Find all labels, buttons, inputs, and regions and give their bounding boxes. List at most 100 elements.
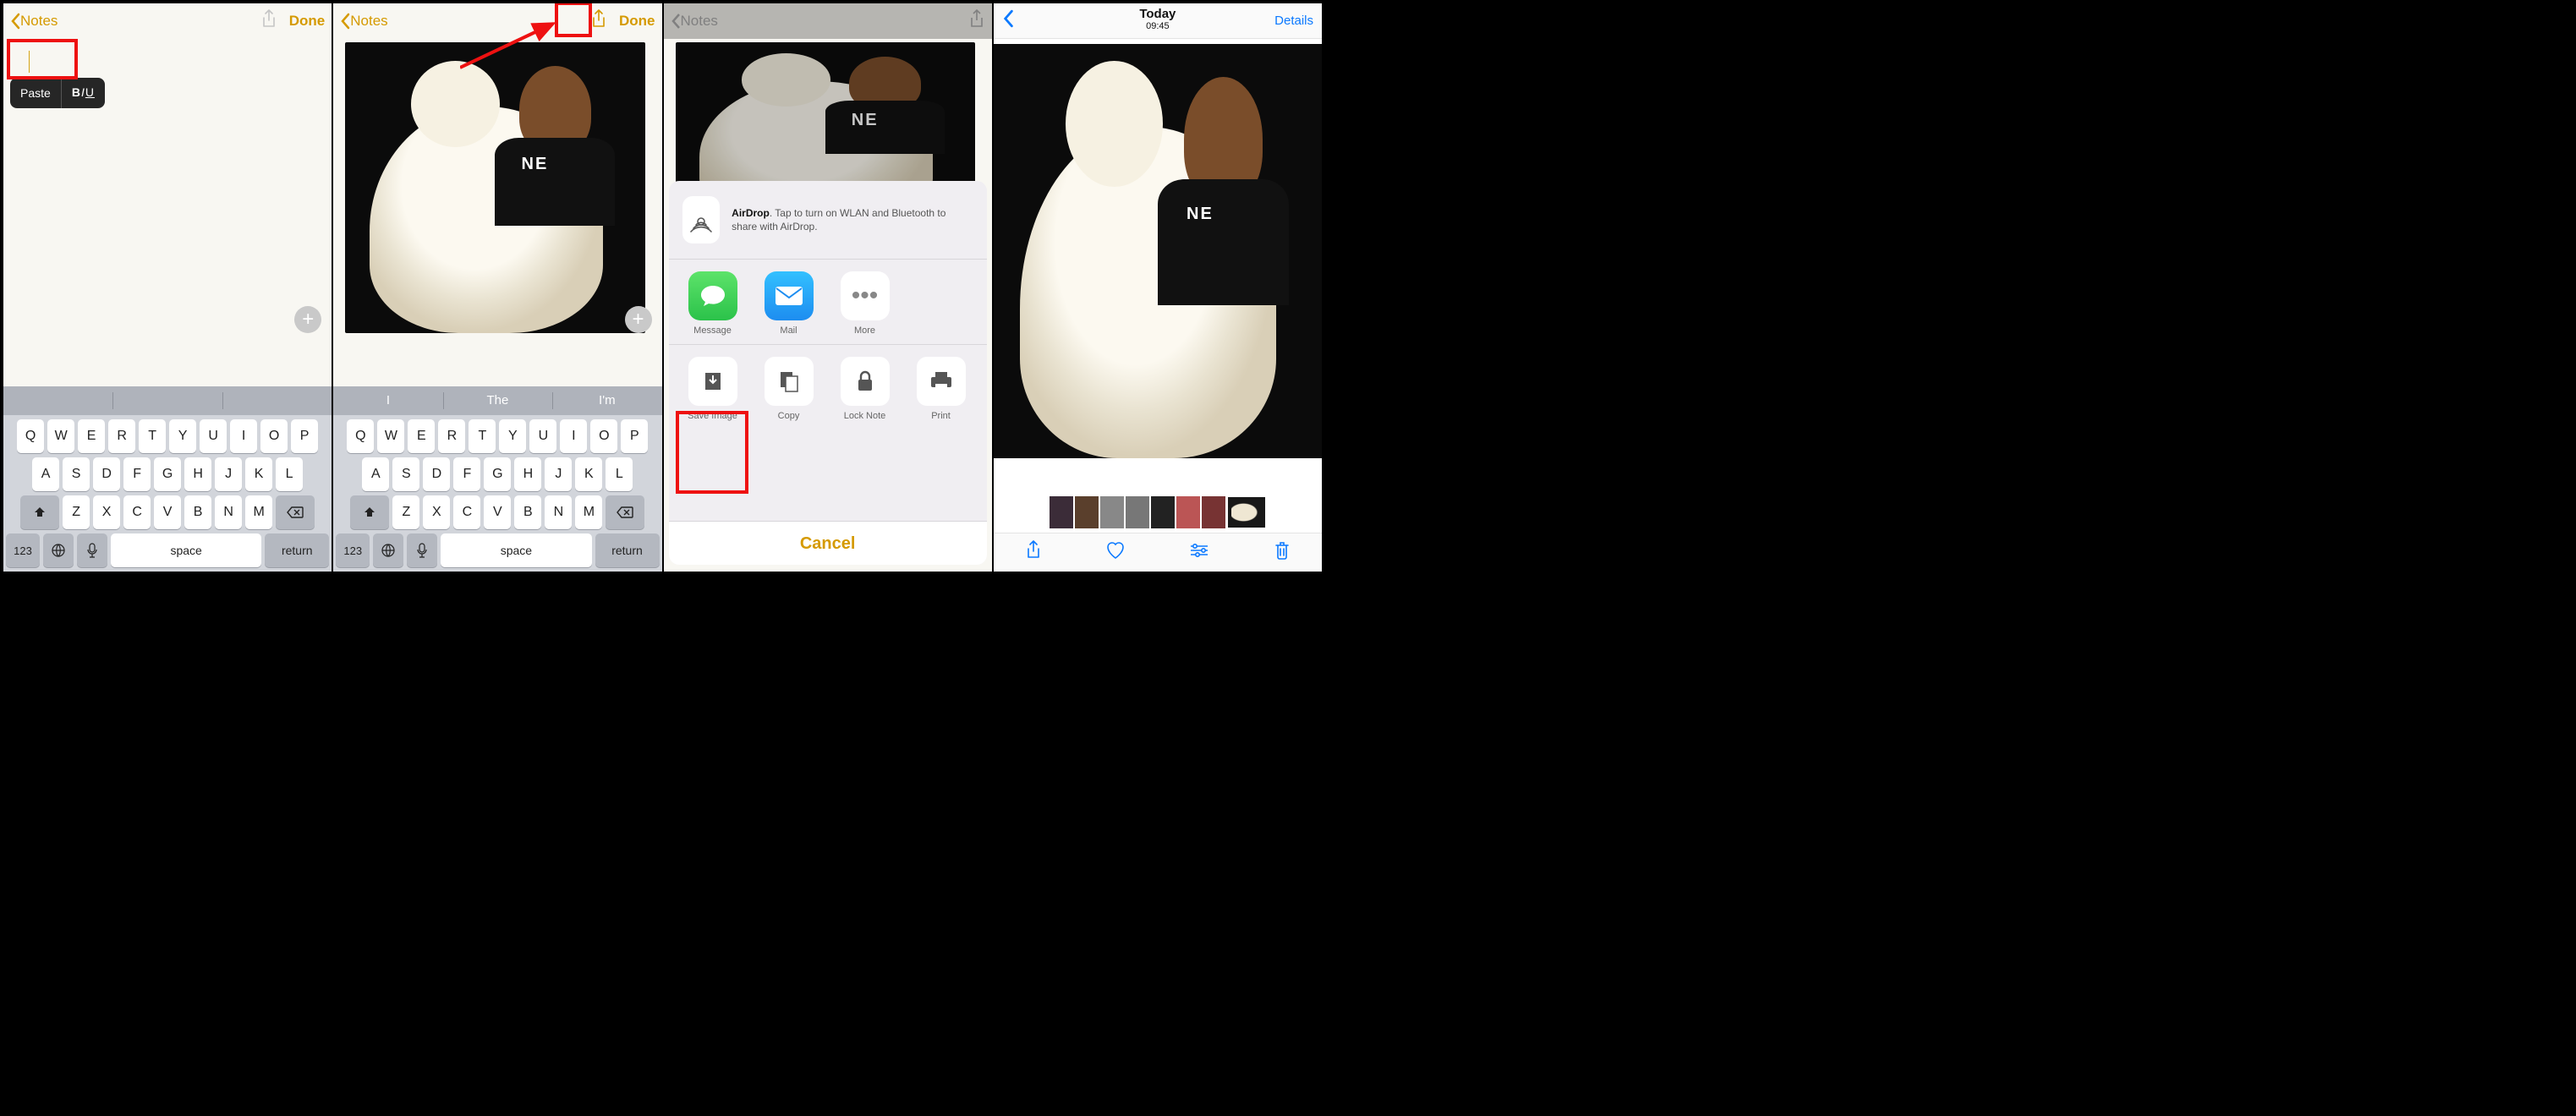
key[interactable]: B: [514, 495, 541, 529]
thumb[interactable]: [1099, 495, 1125, 529]
mic-key[interactable]: [77, 533, 107, 567]
key[interactable]: I: [230, 419, 257, 453]
action-print[interactable]: Print: [911, 357, 972, 421]
key[interactable]: C: [123, 495, 151, 529]
key[interactable]: Y: [169, 419, 196, 453]
key[interactable]: Q: [347, 419, 374, 453]
share-more[interactable]: •••More: [835, 271, 896, 336]
share-mail[interactable]: Mail: [759, 271, 819, 336]
key[interactable]: T: [139, 419, 166, 453]
suggestion[interactable]: The: [443, 386, 552, 415]
shift-key[interactable]: [350, 495, 389, 529]
key[interactable]: D: [423, 457, 450, 491]
suggestion[interactable]: [112, 386, 222, 415]
thumb[interactable]: [1150, 495, 1176, 529]
favorite-button[interactable]: [1105, 541, 1126, 564]
action-copy[interactable]: Copy: [759, 357, 819, 421]
key[interactable]: P: [621, 419, 648, 453]
key[interactable]: Z: [392, 495, 419, 529]
share-message[interactable]: Message: [682, 271, 743, 336]
thumb[interactable]: [1201, 495, 1226, 529]
back-button[interactable]: Notes: [10, 13, 58, 30]
photo-full[interactable]: [994, 44, 1322, 458]
key[interactable]: G: [154, 457, 181, 491]
key[interactable]: W: [47, 419, 74, 453]
suggestion[interactable]: [3, 386, 112, 415]
delete-button[interactable]: [1274, 540, 1291, 565]
thumb-selected[interactable]: [1226, 495, 1267, 529]
key[interactable]: K: [245, 457, 272, 491]
back-button[interactable]: Notes: [340, 13, 387, 30]
space-key[interactable]: space: [111, 533, 261, 567]
share-button[interactable]: [260, 9, 277, 34]
suggestion[interactable]: I: [333, 386, 442, 415]
action-lock-note[interactable]: Lock Note: [835, 357, 896, 421]
numeric-key[interactable]: 123: [6, 533, 40, 567]
key[interactable]: A: [32, 457, 59, 491]
key[interactable]: A: [362, 457, 389, 491]
thumb[interactable]: [1176, 495, 1201, 529]
suggestion[interactable]: [222, 386, 332, 415]
thumb[interactable]: [1125, 495, 1150, 529]
key[interactable]: X: [423, 495, 450, 529]
done-button[interactable]: Done: [289, 13, 326, 30]
note-body[interactable]: Paste BIU +: [3, 39, 332, 343]
key[interactable]: Y: [499, 419, 526, 453]
key[interactable]: Z: [63, 495, 90, 529]
space-key[interactable]: space: [441, 533, 591, 567]
suggestion[interactable]: I'm: [552, 386, 661, 415]
key[interactable]: J: [545, 457, 572, 491]
key[interactable]: E: [408, 419, 435, 453]
action-save-image[interactable]: Save Image: [682, 357, 743, 421]
key[interactable]: G: [484, 457, 511, 491]
key[interactable]: U: [529, 419, 556, 453]
thumb[interactable]: [1074, 495, 1099, 529]
pasted-image[interactable]: [345, 42, 644, 333]
mic-key[interactable]: [407, 533, 437, 567]
thumbnail-strip[interactable]: [994, 495, 1322, 529]
key[interactable]: I: [560, 419, 587, 453]
key[interactable]: R: [108, 419, 135, 453]
key[interactable]: S: [63, 457, 90, 491]
return-key[interactable]: return: [265, 533, 329, 567]
key[interactable]: N: [215, 495, 242, 529]
key[interactable]: B: [184, 495, 211, 529]
menu-format[interactable]: BIU: [62, 85, 105, 101]
key[interactable]: P: [291, 419, 318, 453]
done-button[interactable]: Done: [619, 13, 655, 30]
key[interactable]: H: [184, 457, 211, 491]
key[interactable]: M: [575, 495, 602, 529]
key[interactable]: F: [123, 457, 151, 491]
add-button[interactable]: +: [625, 306, 652, 333]
key[interactable]: F: [453, 457, 480, 491]
thumb[interactable]: [1049, 495, 1074, 529]
globe-key[interactable]: [43, 533, 74, 567]
key[interactable]: H: [514, 457, 541, 491]
key[interactable]: D: [93, 457, 120, 491]
edit-button[interactable]: [1188, 542, 1210, 563]
share-button[interactable]: [1025, 540, 1042, 565]
key[interactable]: X: [93, 495, 120, 529]
key[interactable]: L: [276, 457, 303, 491]
key[interactable]: W: [377, 419, 404, 453]
numeric-key[interactable]: 123: [336, 533, 370, 567]
backspace-key[interactable]: [276, 495, 315, 529]
key[interactable]: C: [453, 495, 480, 529]
airdrop-row[interactable]: AirDrop. Tap to turn on WLAN and Bluetoo…: [669, 181, 987, 260]
globe-key[interactable]: [373, 533, 403, 567]
backspace-key[interactable]: [606, 495, 644, 529]
shift-key[interactable]: [20, 495, 59, 529]
add-button[interactable]: +: [294, 306, 321, 333]
note-body[interactable]: +: [333, 39, 661, 343]
key[interactable]: N: [545, 495, 572, 529]
key[interactable]: T: [469, 419, 496, 453]
key[interactable]: V: [154, 495, 181, 529]
menu-paste[interactable]: Paste: [10, 86, 61, 100]
cancel-button[interactable]: Cancel: [669, 521, 987, 565]
return-key[interactable]: return: [595, 533, 660, 567]
share-button[interactable]: [590, 9, 607, 34]
key[interactable]: O: [260, 419, 288, 453]
key[interactable]: L: [606, 457, 633, 491]
key[interactable]: Q: [17, 419, 44, 453]
key[interactable]: O: [590, 419, 617, 453]
